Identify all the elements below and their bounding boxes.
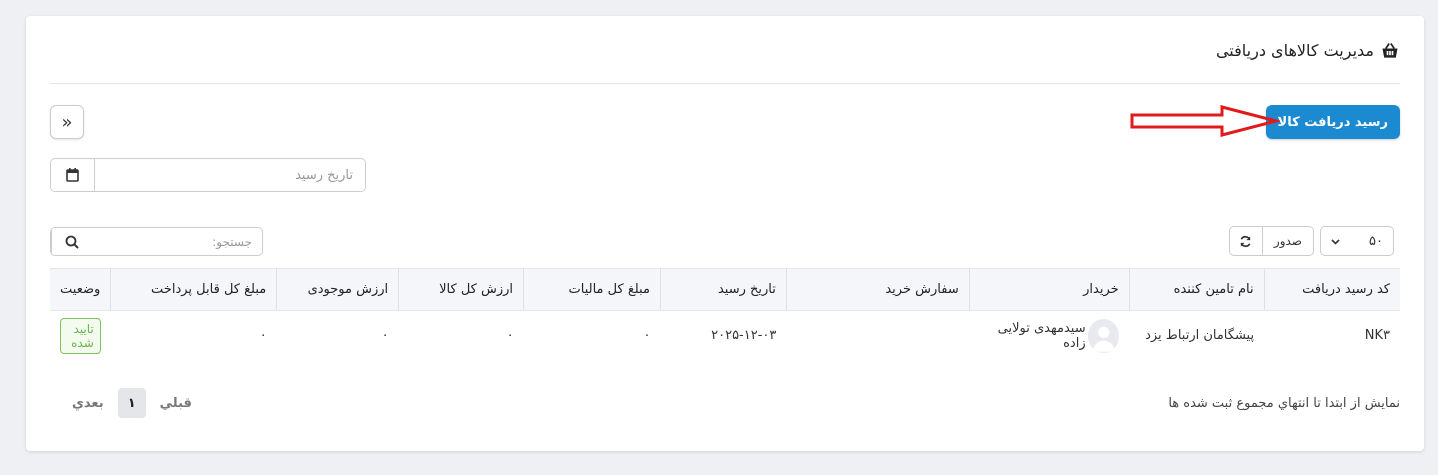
cell-order: [786, 311, 969, 361]
col-supplier[interactable]: نام تامین کننده: [1128, 268, 1265, 311]
cell-status: تایید شده: [50, 311, 111, 361]
page-title-text: مدیریت کالاهای دریافتی: [1215, 41, 1374, 60]
cell-supplier: پیشگامان ارتباط یزد: [1145, 328, 1255, 344]
col-payable[interactable]: مبلغ کل قابل پرداخت: [110, 268, 277, 311]
table-header-row: کد رسید دریافت نام تامین کننده خریدار سف…: [50, 268, 1400, 311]
search-icon: [65, 235, 79, 249]
search-group: [50, 227, 263, 256]
col-tax[interactable]: مبلغ کل مالیات: [523, 268, 661, 311]
status-badge: تایید شده: [60, 317, 101, 354]
date-input[interactable]: [95, 159, 365, 191]
col-goods-value[interactable]: ارزش کل کالا: [398, 268, 524, 311]
receipts-table: کد رسید دریافت نام تامین کننده خریدار سف…: [50, 268, 1400, 361]
page-header: مدیریت کالاهای دریافتی: [50, 16, 1400, 84]
double-chevron-icon: »: [61, 111, 73, 133]
search-button[interactable]: [51, 228, 92, 255]
search-input[interactable]: [92, 228, 262, 255]
page-1-button[interactable]: ۱: [117, 388, 146, 418]
red-arrow-annotation: [1130, 105, 1280, 137]
table-info: نمایش از ابتدا تا انتهاي مجموع ثبت شده ه…: [1168, 396, 1400, 411]
col-code[interactable]: کد رسید دریافت: [1263, 268, 1400, 311]
buyer-name: سیدمهدی تولایی زاده: [997, 320, 1086, 351]
col-order[interactable]: سفارش خرید: [785, 268, 970, 311]
cell-date: ۲۰۲۵-۱۲-۰۳: [711, 328, 777, 344]
refresh-icon: [1240, 235, 1251, 247]
main-card: مدیریت کالاهای دریافتی رسید دریافت کالا …: [26, 16, 1424, 451]
avatar: [1087, 318, 1120, 353]
date-filter: [50, 158, 366, 192]
refresh-button[interactable]: [1230, 227, 1263, 255]
page-size-value: ۵۰: [1369, 233, 1383, 249]
table-tools: صدور ۵۰: [1228, 226, 1394, 256]
page-title: مدیریت کالاهای دریافتی: [1216, 41, 1400, 61]
export-button[interactable]: صدور: [1263, 227, 1313, 255]
page-size-select[interactable]: ۵۰: [1320, 226, 1394, 256]
prev-page-link[interactable]: قبلي: [160, 396, 192, 411]
collapse-button[interactable]: »: [50, 105, 84, 139]
col-stock-value[interactable]: ارزش موجودی: [276, 268, 399, 311]
col-status[interactable]: وضعیت: [50, 268, 111, 311]
cell-code: NK۳: [1364, 328, 1390, 344]
cell-tax: ۰: [643, 328, 651, 344]
next-page-link[interactable]: بعدي: [72, 396, 104, 411]
cell-buyer: سیدمهدی تولایی زاده: [969, 311, 1129, 361]
cell-goods-value: ۰: [506, 328, 514, 344]
export-refresh-group: صدور: [1228, 226, 1314, 256]
col-date[interactable]: تاریخ رسید: [659, 268, 787, 311]
user-avatar-icon: [1092, 326, 1115, 352]
calendar-icon: [66, 168, 79, 182]
basket-icon: [1382, 42, 1398, 58]
calendar-button[interactable]: [51, 159, 95, 191]
chevron-down-icon: [1331, 234, 1340, 249]
pagination: بعدي ۱ قبلي: [72, 388, 192, 418]
table-row[interactable]: NK۳ پیشگامان ارتباط یزد سیدمهدی تولایی ز…: [50, 311, 1400, 361]
col-buyer[interactable]: خریدار: [968, 268, 1130, 311]
cell-payable: ۰: [259, 328, 267, 344]
cell-stock-value: ۰: [381, 328, 389, 344]
receive-goods-button[interactable]: رسید دریافت کالا: [1265, 105, 1400, 139]
